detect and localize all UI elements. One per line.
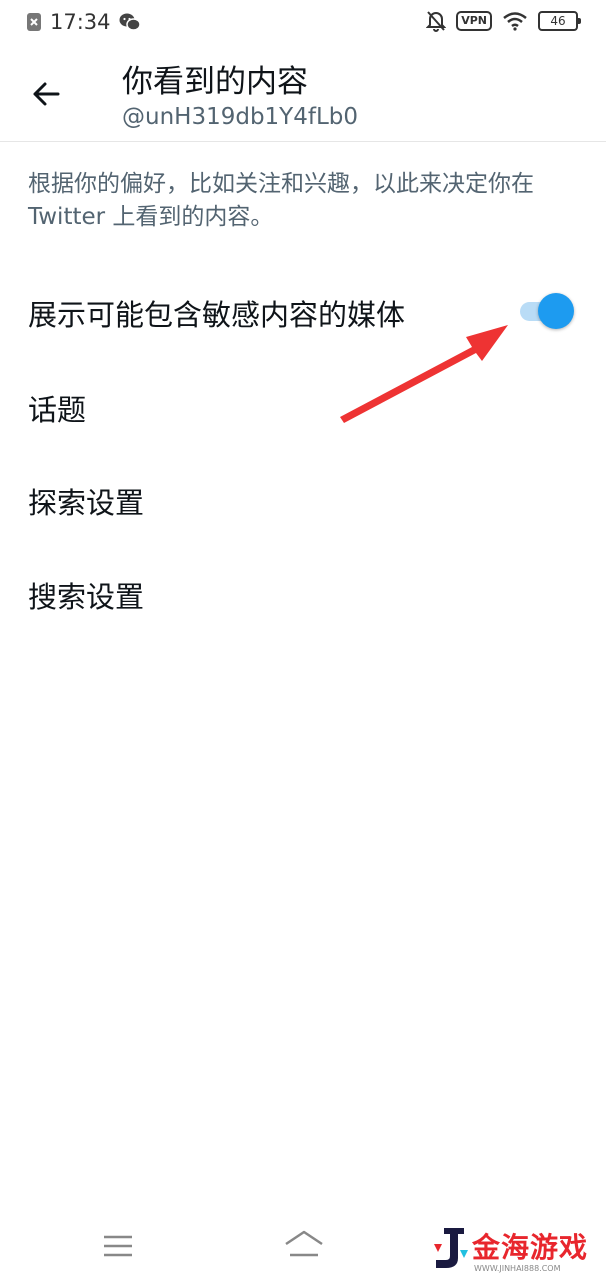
sensitive-media-toggle[interactable]: [518, 293, 574, 329]
system-nav-bar: 金海游戏 WWW.JINHAI888.COM: [0, 1210, 606, 1280]
explore-settings-label: 探索设置: [28, 486, 145, 520]
wifi-icon: [503, 12, 527, 31]
home-icon[interactable]: [282, 1228, 326, 1262]
explore-settings-item[interactable]: 探索设置: [0, 453, 606, 543]
wechat-icon: [119, 13, 141, 31]
topics-label: 话题: [28, 393, 87, 427]
settings-description: 根据你的偏好，比如关注和兴趣，以此来决定你在 Twitter 上看到的内容。: [28, 171, 534, 230]
toggle-thumb: [538, 293, 574, 329]
app-close-icon: [27, 13, 41, 31]
page-title: 你看到的内容: [122, 64, 308, 100]
vpn-badge: VPN: [456, 11, 492, 31]
battery-level: 46: [550, 14, 566, 28]
watermark: 金海游戏 WWW.JINHAI888.COM: [430, 1224, 600, 1280]
bell-off-icon: [426, 11, 447, 32]
watermark-text: 金海游戏: [472, 1231, 589, 1264]
annotation-arrow-icon: [340, 325, 508, 423]
search-settings-label: 搜索设置: [28, 580, 145, 614]
status-bar: 17:34 VPN 46: [0, 0, 606, 48]
header: 你看到的内容 @unH319db1Y4fLb0: [0, 48, 606, 142]
watermark-url: WWW.JINHAI888.COM: [474, 1264, 561, 1273]
battery-icon: 46: [538, 11, 581, 31]
menu-icon[interactable]: [100, 1232, 136, 1260]
clock: 17:34: [50, 10, 111, 34]
search-settings-item[interactable]: 搜索设置: [0, 547, 606, 637]
back-arrow-icon[interactable]: [28, 76, 64, 112]
account-handle: @unH319db1Y4fLb0: [122, 104, 359, 130]
watermark-logo-icon: [434, 1228, 468, 1268]
